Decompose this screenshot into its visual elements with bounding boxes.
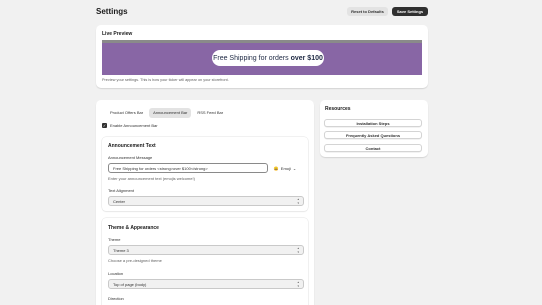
installation-steps-button[interactable]: Installation Steps — [324, 119, 422, 127]
enable-announcement-row: ✓ Enable Announcement Bar — [102, 123, 158, 128]
announcement-text-section: Announcement Text Announcement Message F… — [102, 137, 308, 211]
direction-label: Direction — [108, 296, 124, 301]
resources-card: Resources Installation Steps Frequently … — [320, 100, 428, 157]
live-preview-card: Live Preview Free Shipping for orders ov… — [96, 25, 428, 88]
tab-product-offers-bar[interactable]: Product Offers Bar — [106, 108, 147, 118]
location-value: Top of page (body) — [113, 281, 147, 287]
emoji-icon: 😀 — [273, 165, 279, 171]
page-header: Settings Reset to Defaults Save Settings — [96, 6, 428, 18]
enable-announcement-checkbox[interactable]: ✓ — [102, 123, 107, 128]
select-arrows-icon: ▴ ▾ — [297, 280, 299, 288]
preview-help-text: Preview your settings. This is how your … — [102, 78, 229, 82]
enable-announcement-label: Enable Announcement Bar — [110, 123, 158, 128]
theme-select[interactable]: Theme 3 ▴ ▾ — [108, 245, 304, 255]
theme-label: Theme — [108, 237, 121, 242]
reset-defaults-button[interactable]: Reset to Defaults — [347, 7, 388, 16]
announcement-message-help: Enter your announcement text (emojis wel… — [108, 176, 195, 181]
announcement-text-heading: Announcement Text — [108, 143, 156, 149]
theme-value: Theme 3 — [113, 247, 129, 253]
location-label: Location — [108, 271, 124, 276]
settings-card: Product Offers Bar Announcement Bar RSS … — [96, 100, 314, 305]
resources-title: Resources — [325, 106, 351, 112]
theme-appearance-section: Theme & Appearance Theme Theme 3 ▴ ▾ Choo… — [102, 218, 308, 305]
location-select[interactable]: Top of page (body) ▴ ▾ — [108, 279, 304, 289]
emoji-button-label: Emoji — [280, 165, 291, 171]
emoji-button[interactable]: 😀 Emoji ⌄ — [270, 163, 300, 173]
chevron-down-icon: ⌄ — [292, 165, 297, 171]
live-preview-title: Live Preview — [102, 31, 133, 37]
preview-message-pill: Free Shipping for orders over $100 — [212, 50, 324, 66]
text-alignment-label: Text Alignment — [108, 188, 135, 193]
select-arrows-icon: ▴ ▾ — [297, 246, 299, 254]
bar-type-tabs: Product Offers Bar Announcement Bar RSS … — [106, 108, 227, 118]
theme-appearance-heading: Theme & Appearance — [108, 225, 159, 231]
contact-button[interactable]: Contact — [324, 144, 422, 152]
page-title: Settings — [96, 7, 128, 16]
tab-announcement-bar[interactable]: Announcement Bar — [149, 108, 192, 118]
text-alignment-select[interactable]: Center ▴ ▾ — [108, 196, 304, 206]
announcement-message-label: Announcement Message — [108, 155, 153, 160]
select-arrows-icon: ▴ ▾ — [297, 197, 299, 205]
faq-button[interactable]: Frequently Asked Questions — [324, 131, 422, 139]
preview-announcement-bar: Free Shipping for orders over $100 — [102, 40, 422, 75]
preview-message-text: Free Shipping for orders — [213, 54, 289, 62]
announcement-message-input[interactable]: Free Shipping for orders <strong>over $1… — [108, 163, 268, 173]
theme-help: Choose a pre-designed theme — [108, 258, 162, 263]
tab-rss-feed-bar[interactable]: RSS Feed Bar — [193, 108, 227, 118]
text-alignment-value: Center — [113, 198, 126, 204]
save-settings-button[interactable]: Save Settings — [392, 7, 428, 16]
preview-message-strong: over $100 — [290, 54, 323, 62]
